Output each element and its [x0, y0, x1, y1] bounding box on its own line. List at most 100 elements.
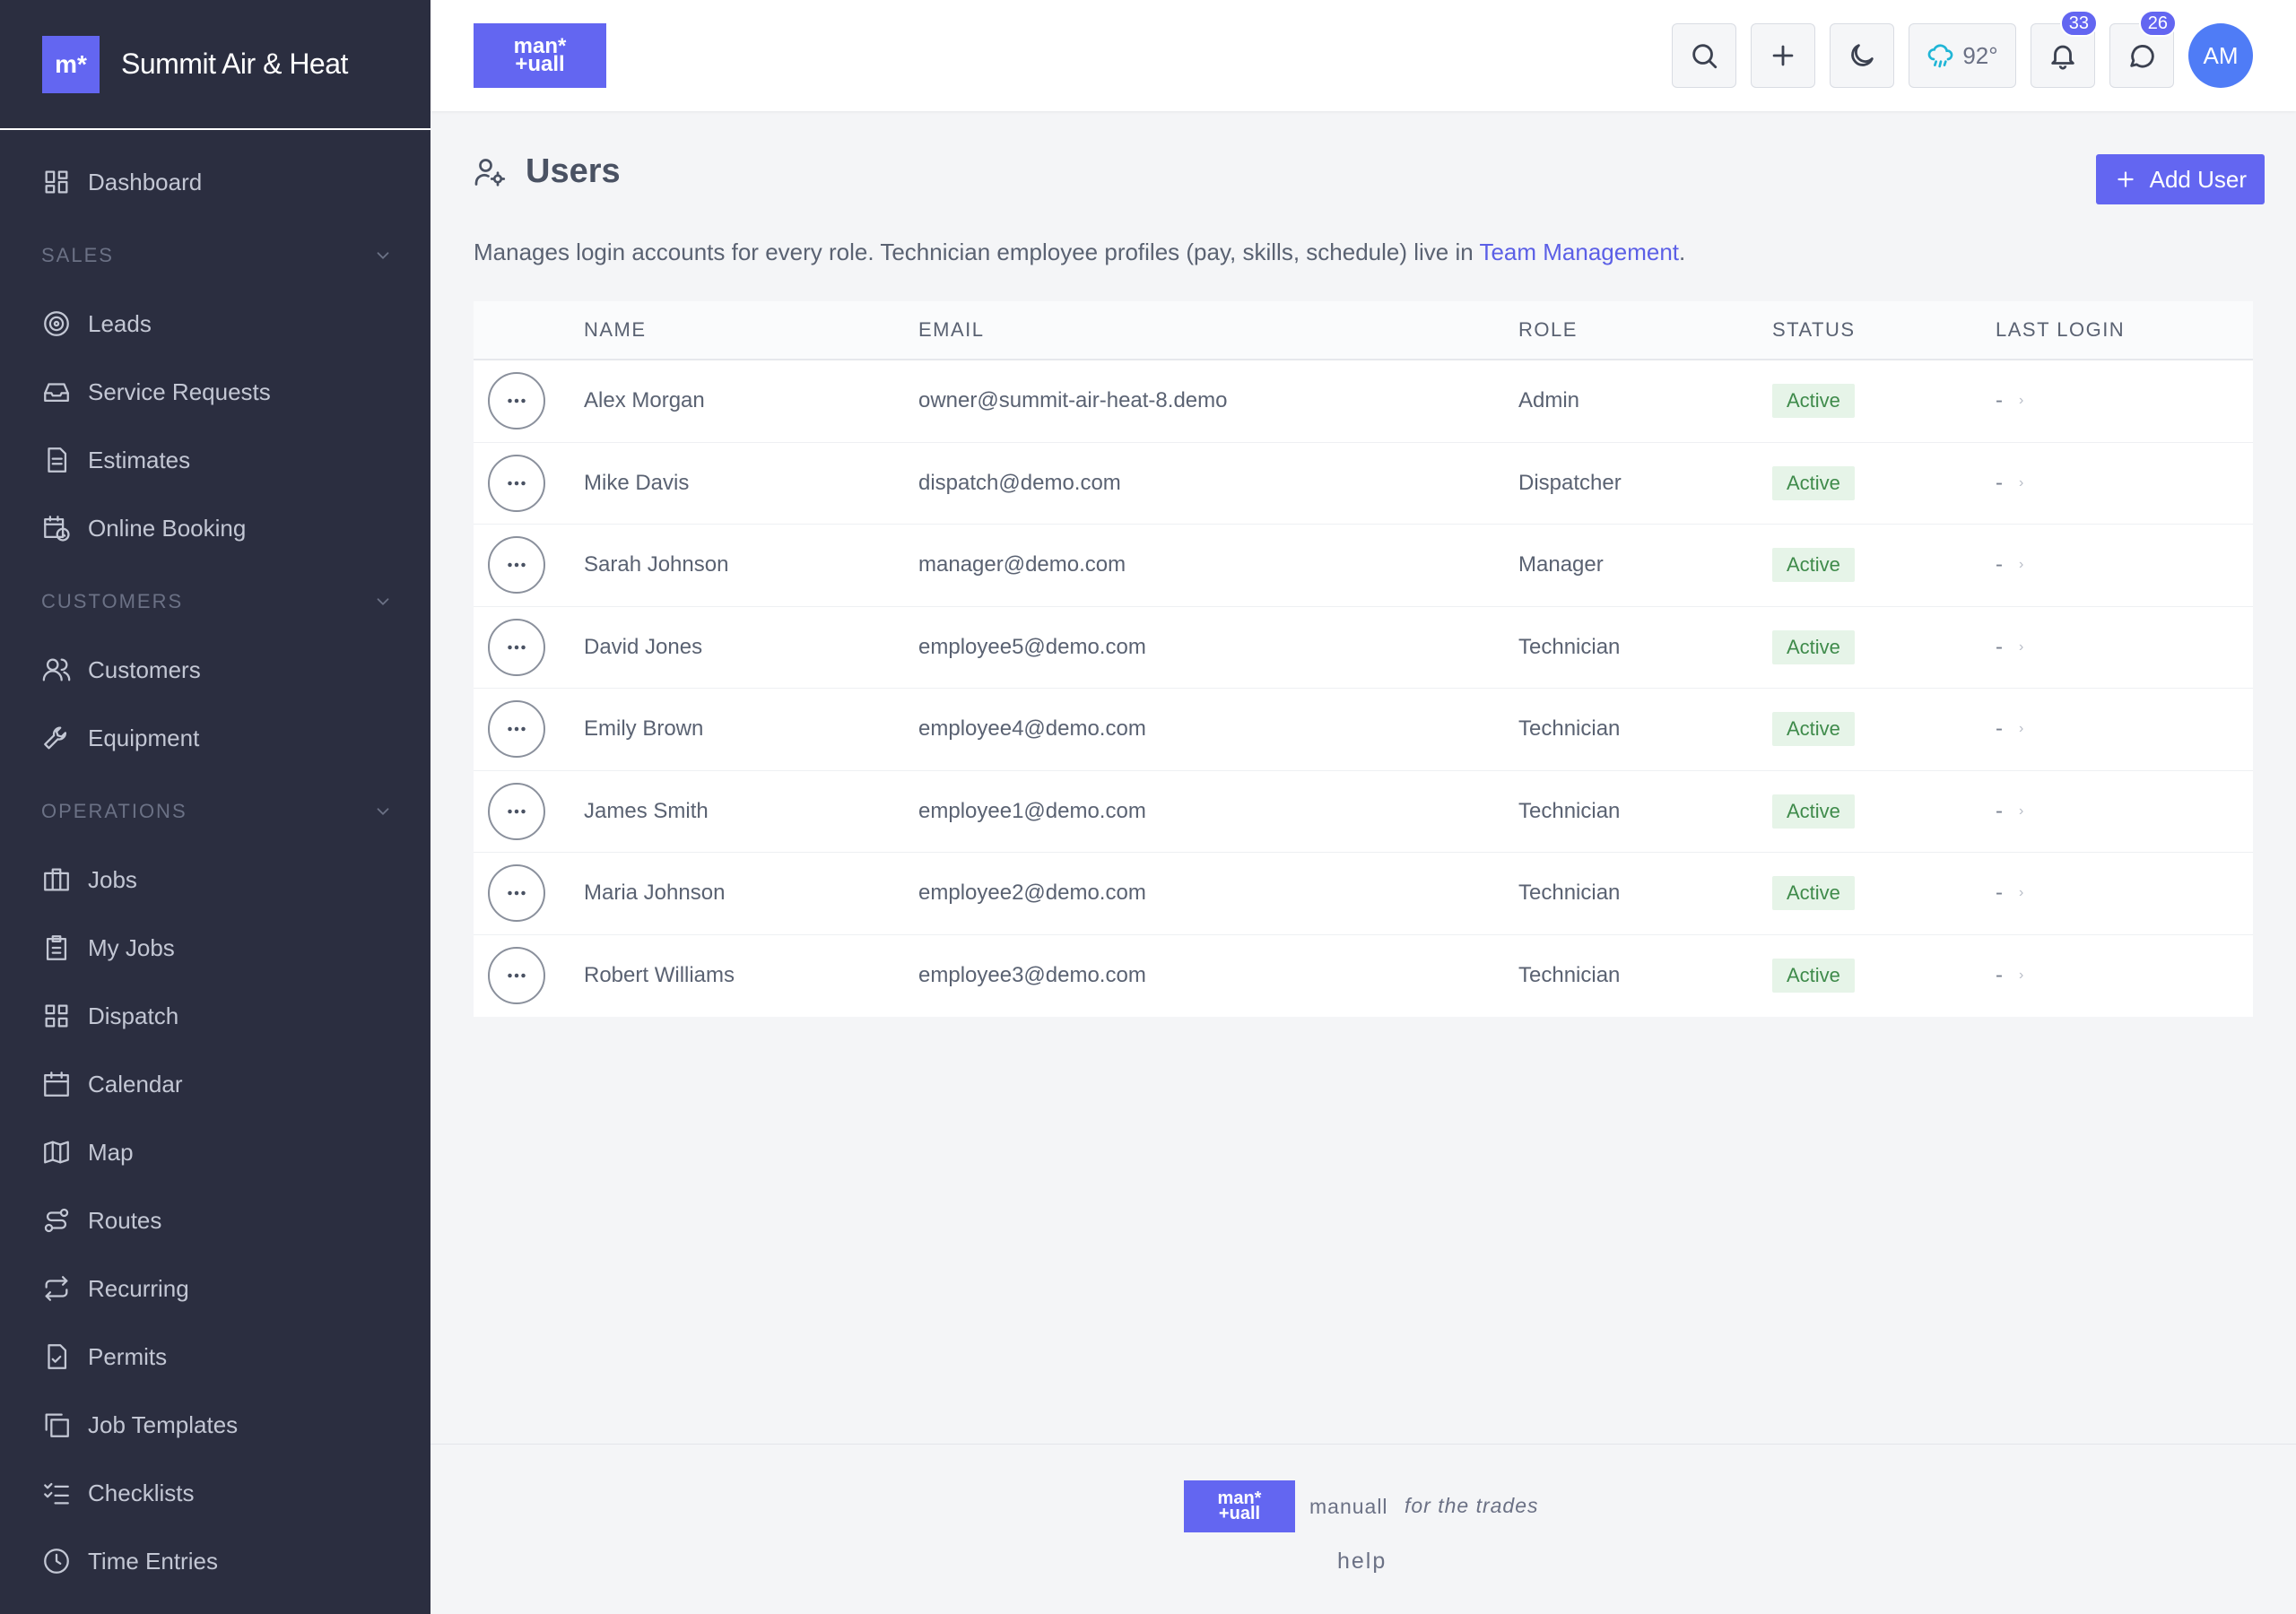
- sidebar-item-estimates[interactable]: Estimates: [0, 426, 430, 494]
- last-login-value: -: [1996, 963, 2003, 988]
- chevron-right-icon: ›: [2019, 803, 2024, 819]
- user-cog-icon: [474, 158, 506, 187]
- status-badge: Active: [1772, 876, 1855, 911]
- dashboard-icon: [45, 170, 68, 194]
- sidebar-item-map[interactable]: Map: [0, 1118, 430, 1186]
- row-actions-button[interactable]: [488, 947, 545, 1005]
- sidebar-item-my-time[interactable]: My Time: [0, 1595, 430, 1614]
- sidebar-item-label: Routes: [88, 1206, 162, 1234]
- weather-widget[interactable]: 92°: [1909, 23, 2016, 88]
- row-actions-button[interactable]: [488, 864, 545, 923]
- wrench-icon: [44, 726, 67, 750]
- sidebar-item-label: Equipment: [88, 724, 200, 751]
- cell-last-login: - ›: [1996, 635, 2253, 660]
- table-body: Alex Morgan owner@summit-air-heat-8.demo A…: [474, 360, 2253, 1017]
- sidebar-item-checklists[interactable]: Checklists: [0, 1459, 430, 1527]
- dark-mode-toggle[interactable]: [1830, 23, 1894, 88]
- cell-last-login: - ›: [1996, 799, 2253, 824]
- sidebar-item-jobs[interactable]: Jobs: [0, 846, 430, 914]
- footer-brand: manuall: [1309, 1495, 1388, 1518]
- header-role[interactable]: ROLE: [1518, 318, 1772, 342]
- sidebar-item-leads[interactable]: Leads: [0, 290, 430, 358]
- sidebar-item-online-booking[interactable]: Online Booking: [0, 494, 430, 562]
- last-login-value: -: [1996, 634, 2003, 659]
- sidebar-item-calendar[interactable]: Calendar: [0, 1050, 430, 1118]
- messages-button[interactable]: 26: [2109, 10, 2177, 88]
- section-sales[interactable]: SALES: [0, 221, 430, 290]
- cell-name: David Jones: [584, 634, 703, 659]
- sidebar-item-dashboard[interactable]: Dashboard: [0, 148, 430, 216]
- header-last-login[interactable]: LAST LOGIN: [1996, 318, 2253, 342]
- row-actions-button[interactable]: [488, 536, 545, 594]
- section-operations[interactable]: OPERATIONS: [0, 777, 430, 846]
- sidebar-item-customers[interactable]: Customers: [0, 636, 430, 704]
- brand-name: Summit Air & Heat: [121, 48, 348, 80]
- section-label: OPERATIONS: [41, 800, 187, 822]
- cell-name: James Smith: [584, 798, 709, 823]
- more-horizontal-icon: [508, 727, 526, 732]
- header-email[interactable]: EMAIL: [918, 318, 1518, 342]
- row-actions-button[interactable]: [488, 618, 545, 676]
- sidebar-item-dispatch[interactable]: Dispatch: [0, 982, 430, 1050]
- sidebar-item-label: Online Booking: [88, 514, 247, 542]
- header-status[interactable]: STATUS: [1772, 318, 1996, 342]
- row-actions-cell: [474, 864, 584, 923]
- user-avatar[interactable]: AM: [2188, 23, 2253, 88]
- row-actions-button[interactable]: [488, 782, 545, 840]
- sidebar-item-routes[interactable]: Routes: [0, 1186, 430, 1254]
- table-row[interactable]: David Jones employee5@demo.com Technician A…: [474, 607, 2253, 689]
- cell-name: Mike Davis: [584, 470, 690, 495]
- brand[interactable]: m* Summit Air & Heat: [0, 0, 430, 130]
- sidebar-item-equipment[interactable]: Equipment: [0, 704, 430, 772]
- sidebar-item-permits[interactable]: Permits: [0, 1323, 430, 1391]
- header-name[interactable]: NAME: [584, 318, 918, 342]
- footer-help-link[interactable]: help: [1337, 1549, 1387, 1575]
- team-management-link[interactable]: Team Management: [1479, 239, 1679, 265]
- table-row[interactable]: Maria Johnson employee2@demo.com Technicia…: [474, 853, 2253, 935]
- sidebar-item-label: Calendar: [88, 1070, 183, 1098]
- more-horizontal-icon: [508, 481, 526, 485]
- more-horizontal-icon: [508, 974, 526, 978]
- status-badge: Active: [1772, 629, 1855, 664]
- sidebar-item-label: Leads: [88, 309, 152, 337]
- section-customers[interactable]: CUSTOMERS: [0, 568, 430, 636]
- row-actions-button[interactable]: [488, 372, 545, 430]
- cell-last-login: - ›: [1996, 963, 2253, 988]
- footer-logo[interactable]: man* +uall: [1184, 1480, 1295, 1532]
- sidebar-item-my-jobs[interactable]: My Jobs: [0, 914, 430, 982]
- sidebar-item-label: Dispatch: [88, 1002, 179, 1029]
- row-actions-cell: [474, 372, 584, 430]
- sidebar-item-recurring[interactable]: Recurring: [0, 1254, 430, 1323]
- brand-logo: m*: [42, 35, 100, 93]
- sidebar-item-service-requests[interactable]: Service Requests: [0, 358, 430, 426]
- table-row[interactable]: Sarah Johnson manager@demo.com Manager Acti…: [474, 525, 2253, 607]
- search-button[interactable]: [1672, 23, 1736, 88]
- cell-name: Emily Brown: [584, 716, 704, 742]
- table-row[interactable]: Emily Brown employee4@demo.com Technician A…: [474, 689, 2253, 771]
- cell-name: Robert Williams: [584, 963, 735, 988]
- checklist-icon: [44, 1482, 69, 1505]
- rain-cloud-icon: [1928, 44, 1953, 68]
- cell-role: Admin: [1518, 388, 1580, 413]
- map-icon: [44, 1141, 69, 1164]
- create-button[interactable]: [1751, 23, 1815, 88]
- page-title: Users: [526, 152, 621, 190]
- table-row[interactable]: Alex Morgan owner@summit-air-heat-8.demo A…: [474, 360, 2253, 443]
- copy-icon: [45, 1413, 69, 1437]
- top-logo[interactable]: man* +uall: [474, 23, 606, 88]
- table-row[interactable]: James Smith employee1@demo.com Technician A…: [474, 771, 2253, 853]
- notifications-button[interactable]: 33: [2031, 10, 2098, 88]
- sidebar-item-label: Permits: [88, 1342, 168, 1370]
- sidebar-item-job-templates[interactable]: Job Templates: [0, 1391, 430, 1459]
- add-user-button[interactable]: Add User: [2095, 154, 2265, 204]
- plus-icon: [1772, 45, 1794, 66]
- row-actions-button[interactable]: [488, 454, 545, 512]
- sidebar-item-time-entries[interactable]: Time Entries: [0, 1527, 430, 1595]
- row-actions-button[interactable]: [488, 700, 545, 759]
- cell-email: employee5@demo.com: [918, 634, 1146, 659]
- table-row[interactable]: Mike Davis dispatch@demo.com Dispatcher Act…: [474, 443, 2253, 525]
- table-row[interactable]: Robert Williams employee3@demo.com Technic…: [474, 935, 2253, 1018]
- footer: man* +uall manuall for the trades help: [430, 1444, 2296, 1614]
- sidebar-item-label: Customers: [88, 655, 201, 683]
- cell-role: Technician: [1518, 716, 1621, 742]
